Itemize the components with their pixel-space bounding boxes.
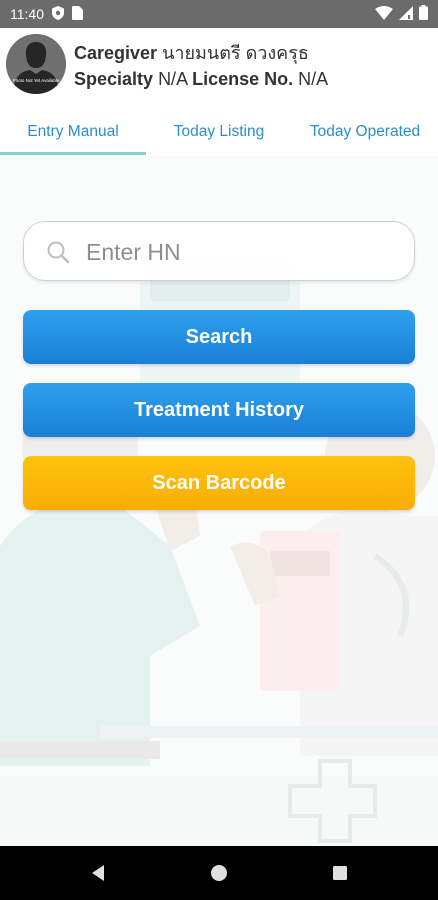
tab-today-operated[interactable]: Today Operated xyxy=(292,110,438,154)
status-time: 11:40 xyxy=(10,6,44,22)
license-value: N/A xyxy=(298,69,329,89)
status-right xyxy=(375,5,428,23)
tab-bar: Entry Manual Today Listing Today Operate… xyxy=(0,110,438,156)
specialty-value: N/A xyxy=(158,69,188,89)
specialty-license-line: Specialty N/A License No. N/A xyxy=(74,69,328,90)
tab-today-listing[interactable]: Today Listing xyxy=(146,110,292,154)
sim-card-icon xyxy=(72,5,83,23)
caregiver-label: Caregiver xyxy=(74,43,158,63)
back-icon[interactable] xyxy=(86,861,110,885)
status-bar: 11:40 xyxy=(0,0,438,28)
tab-active-indicator xyxy=(0,152,146,155)
home-icon[interactable] xyxy=(207,861,231,885)
search-icon xyxy=(46,240,70,264)
hn-input[interactable] xyxy=(86,234,396,270)
hn-search-field[interactable] xyxy=(23,221,415,281)
avatar-caption: Photo Not Yet Available xyxy=(12,78,60,83)
specialty-label: Specialty xyxy=(74,69,154,89)
recent-apps-icon[interactable] xyxy=(328,861,352,885)
scan-barcode-button[interactable]: Scan Barcode xyxy=(23,456,415,510)
status-left: 11:40 xyxy=(10,5,83,23)
battery-icon xyxy=(419,5,428,23)
license-label: License No. xyxy=(192,69,294,89)
signal-icon xyxy=(399,5,413,23)
caregiver-name: นายมนตรี ดวงครุธ xyxy=(162,43,309,63)
system-nav-bar xyxy=(0,846,438,900)
caregiver-profile-header: Photo Not Yet Available Caregiver นายมนต… xyxy=(0,28,438,98)
tab-entry-manual[interactable]: Entry Manual xyxy=(0,110,146,154)
person-silhouette-icon xyxy=(6,34,66,94)
treatment-history-button[interactable]: Treatment History xyxy=(23,383,415,437)
wifi-icon xyxy=(375,5,393,23)
caregiver-line: Caregiver นายมนตรี ดวงครุธ xyxy=(74,38,309,67)
avatar: Photo Not Yet Available xyxy=(6,34,66,94)
shield-icon xyxy=(52,5,64,23)
search-button[interactable]: Search xyxy=(23,310,415,364)
